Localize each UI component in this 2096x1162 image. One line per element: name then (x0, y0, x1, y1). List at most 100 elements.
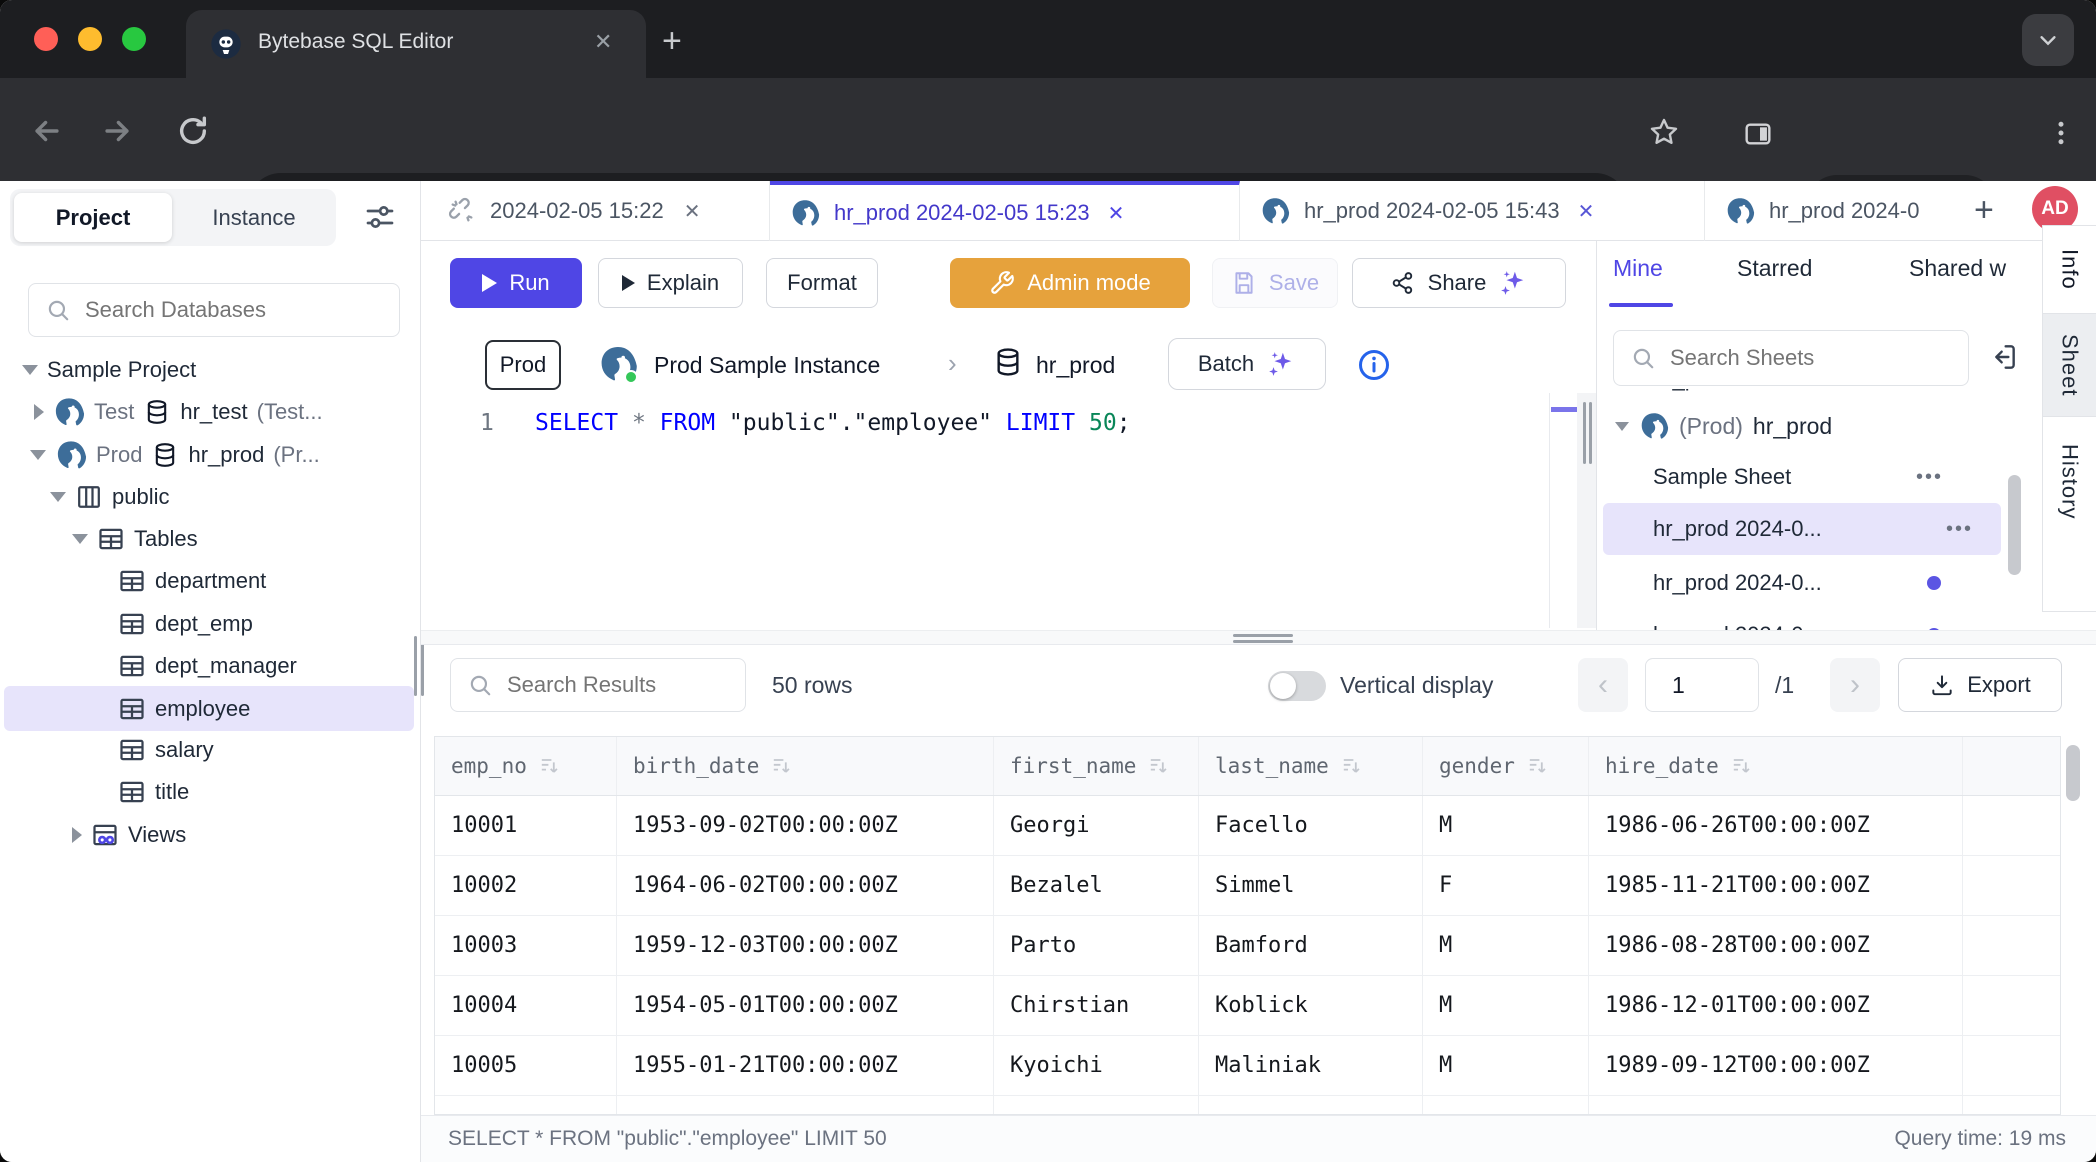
editor-minimap[interactable] (1549, 393, 1577, 628)
format-button[interactable]: Format (766, 258, 878, 308)
panel-resize-handle[interactable] (1580, 402, 1594, 464)
cell[interactable]: 1953-04-20T00:00:00Z (617, 1096, 994, 1115)
export-button[interactable]: Export (1898, 658, 2062, 712)
sheet-tab[interactable]: hr_prod 2024-0 (1705, 181, 1963, 241)
sheet-search-input[interactable] (1668, 344, 1942, 372)
tab-instance[interactable]: Instance (172, 189, 336, 246)
horizontal-splitter[interactable] (421, 630, 2096, 645)
share-button[interactable]: Share (1352, 258, 1566, 308)
cell[interactable]: Parto (994, 916, 1199, 975)
back-button[interactable] (30, 114, 64, 153)
breadcrumb-database[interactable]: hr_prod (1036, 352, 1115, 379)
breadcrumb-instance[interactable]: Prod Sample Instance (654, 352, 880, 379)
tab-info[interactable]: Info (2043, 226, 2096, 313)
cell[interactable]: Koblick (1199, 976, 1423, 1035)
ai-sparkles-icon[interactable] (1498, 268, 1528, 298)
caret-down-icon[interactable] (72, 534, 88, 544)
tree-item-hr-prod[interactable]: Prod hr_prod (Pr... (0, 434, 421, 476)
cell[interactable]: Maliniak (1199, 1036, 1423, 1095)
filter-settings-icon[interactable] (362, 199, 398, 240)
caret-down-icon[interactable] (22, 365, 38, 375)
column-header[interactable]: hire_date (1589, 737, 1963, 795)
environment-chip[interactable]: Prod (485, 340, 561, 390)
tree-item-table-selected[interactable]: employee (4, 686, 414, 731)
cell[interactable]: F (1423, 856, 1589, 915)
cell[interactable]: Anneke (994, 1096, 1199, 1115)
sql-code-line[interactable]: SELECT * FROM "public"."employee" LIMIT … (535, 410, 1131, 436)
caret-down-icon[interactable] (50, 492, 66, 502)
tab-shared[interactable]: Shared w (1909, 255, 2006, 282)
cell[interactable]: 10005 (435, 1036, 617, 1095)
reload-button[interactable] (176, 114, 210, 153)
tab-sheet-active[interactable]: Sheet (2043, 313, 2096, 417)
new-sheet-button[interactable]: + (1974, 191, 1994, 230)
sheet-tab-active[interactable]: hr_prod 2024-02-05 15:23 ✕ (770, 181, 1240, 241)
tree-item-table[interactable]: department (0, 560, 421, 602)
cell[interactable]: 1959-12-03T00:00:00Z (617, 916, 994, 975)
results-search-input[interactable] (505, 671, 729, 699)
cell[interactable]: Preusig (1199, 1096, 1423, 1115)
cell[interactable]: 1955-01-21T00:00:00Z (617, 1036, 994, 1095)
sheet-group-row[interactable]: (Prod) hr_prod (1597, 403, 2021, 449)
table-row[interactable]: 100031959-12-03T00:00:00ZPartoBamfordM19… (435, 916, 2060, 976)
cell[interactable]: M (1423, 1036, 1589, 1095)
sort-icon[interactable] (1339, 754, 1363, 778)
cell[interactable]: Kyoichi (994, 1036, 1199, 1095)
column-header[interactable]: last_name (1199, 737, 1423, 795)
close-icon[interactable]: ✕ (684, 199, 701, 224)
next-page-button[interactable]: › (1830, 658, 1880, 712)
sidebar-resize-handle[interactable] (412, 636, 426, 696)
forward-button[interactable] (100, 114, 134, 153)
table-row[interactable]: 100011953-09-02T00:00:00ZGeorgiFacelloM1… (435, 796, 2060, 856)
cell[interactable]: M (1423, 976, 1589, 1035)
sort-icon[interactable] (1525, 754, 1549, 778)
run-button[interactable]: Run (450, 258, 582, 308)
traffic-minimize-button[interactable] (78, 27, 102, 51)
side-panel-icon[interactable] (1742, 118, 1774, 155)
cell[interactable]: M (1423, 796, 1589, 855)
tree-item-hr-test[interactable]: Test hr_test (Test... (0, 391, 421, 433)
sheet-list-scrollbar[interactable] (2008, 475, 2021, 575)
admin-mode-button[interactable]: Admin mode (950, 258, 1190, 308)
tab-search-button[interactable] (2022, 14, 2074, 66)
cell[interactable]: 10001 (435, 796, 617, 855)
sheet-item[interactable]: hr_prod 2024-0... (1597, 559, 2021, 607)
prev-page-button[interactable]: ‹ (1578, 658, 1628, 712)
cell[interactable]: 1964-06-02T00:00:00Z (617, 856, 994, 915)
cell[interactable]: Georgi (994, 796, 1199, 855)
table-row[interactable]: 100041954-05-01T00:00:00ZChirstianKoblic… (435, 976, 2060, 1036)
caret-down-icon[interactable] (30, 450, 46, 460)
explain-button[interactable]: Explain (598, 258, 743, 308)
cell[interactable]: 1989-06-02T00:00:00Z (1589, 1096, 1963, 1115)
cell[interactable]: Simmel (1199, 856, 1423, 915)
tree-item-table[interactable]: dept_manager (0, 645, 421, 687)
sort-icon[interactable] (769, 754, 793, 778)
batch-button[interactable]: Batch (1168, 338, 1326, 390)
table-row[interactable]: 100021964-06-02T00:00:00ZBezalelSimmelF1… (435, 856, 2060, 916)
cell[interactable]: M (1423, 916, 1589, 975)
sheet-tab[interactable]: 2024-02-05 15:22 ✕ (434, 181, 770, 241)
cell[interactable]: 10002 (435, 856, 617, 915)
cell[interactable]: F (1423, 1096, 1589, 1115)
cell[interactable]: Bezalel (994, 856, 1199, 915)
traffic-maximize-button[interactable] (122, 27, 146, 51)
column-header[interactable]: gender (1423, 737, 1589, 795)
new-browser-tab-button[interactable]: + (662, 22, 682, 61)
caret-down-icon[interactable] (1615, 422, 1629, 431)
bookmark-star-icon[interactable] (1648, 116, 1680, 153)
cell[interactable]: 1986-06-26T00:00:00Z (1589, 796, 1963, 855)
cell[interactable]: 1954-05-01T00:00:00Z (617, 976, 994, 1035)
sheet-item-menu[interactable]: ••• (1946, 518, 1973, 541)
tree-item-project[interactable]: Sample Project (0, 349, 421, 391)
tree-item-schema-public[interactable]: public (0, 476, 421, 518)
table-row-partial[interactable]: 100061953-04-20T00:00:00ZAnnekePreusigF1… (435, 1096, 2060, 1115)
info-circle-icon[interactable] (1356, 347, 1392, 388)
cell[interactable]: 1989-09-12T00:00:00Z (1589, 1036, 1963, 1095)
sheet-item-selected[interactable]: hr_prod 2024-0... ••• (1603, 503, 2001, 555)
tab-mine[interactable]: Mine (1613, 255, 1663, 282)
browser-menu-icon[interactable] (2046, 118, 2076, 153)
column-header[interactable]: emp_no (435, 737, 617, 795)
cell[interactable]: Facello (1199, 796, 1423, 855)
sheet-item-menu[interactable]: ••• (1916, 389, 1943, 391)
results-search[interactable] (450, 658, 746, 712)
